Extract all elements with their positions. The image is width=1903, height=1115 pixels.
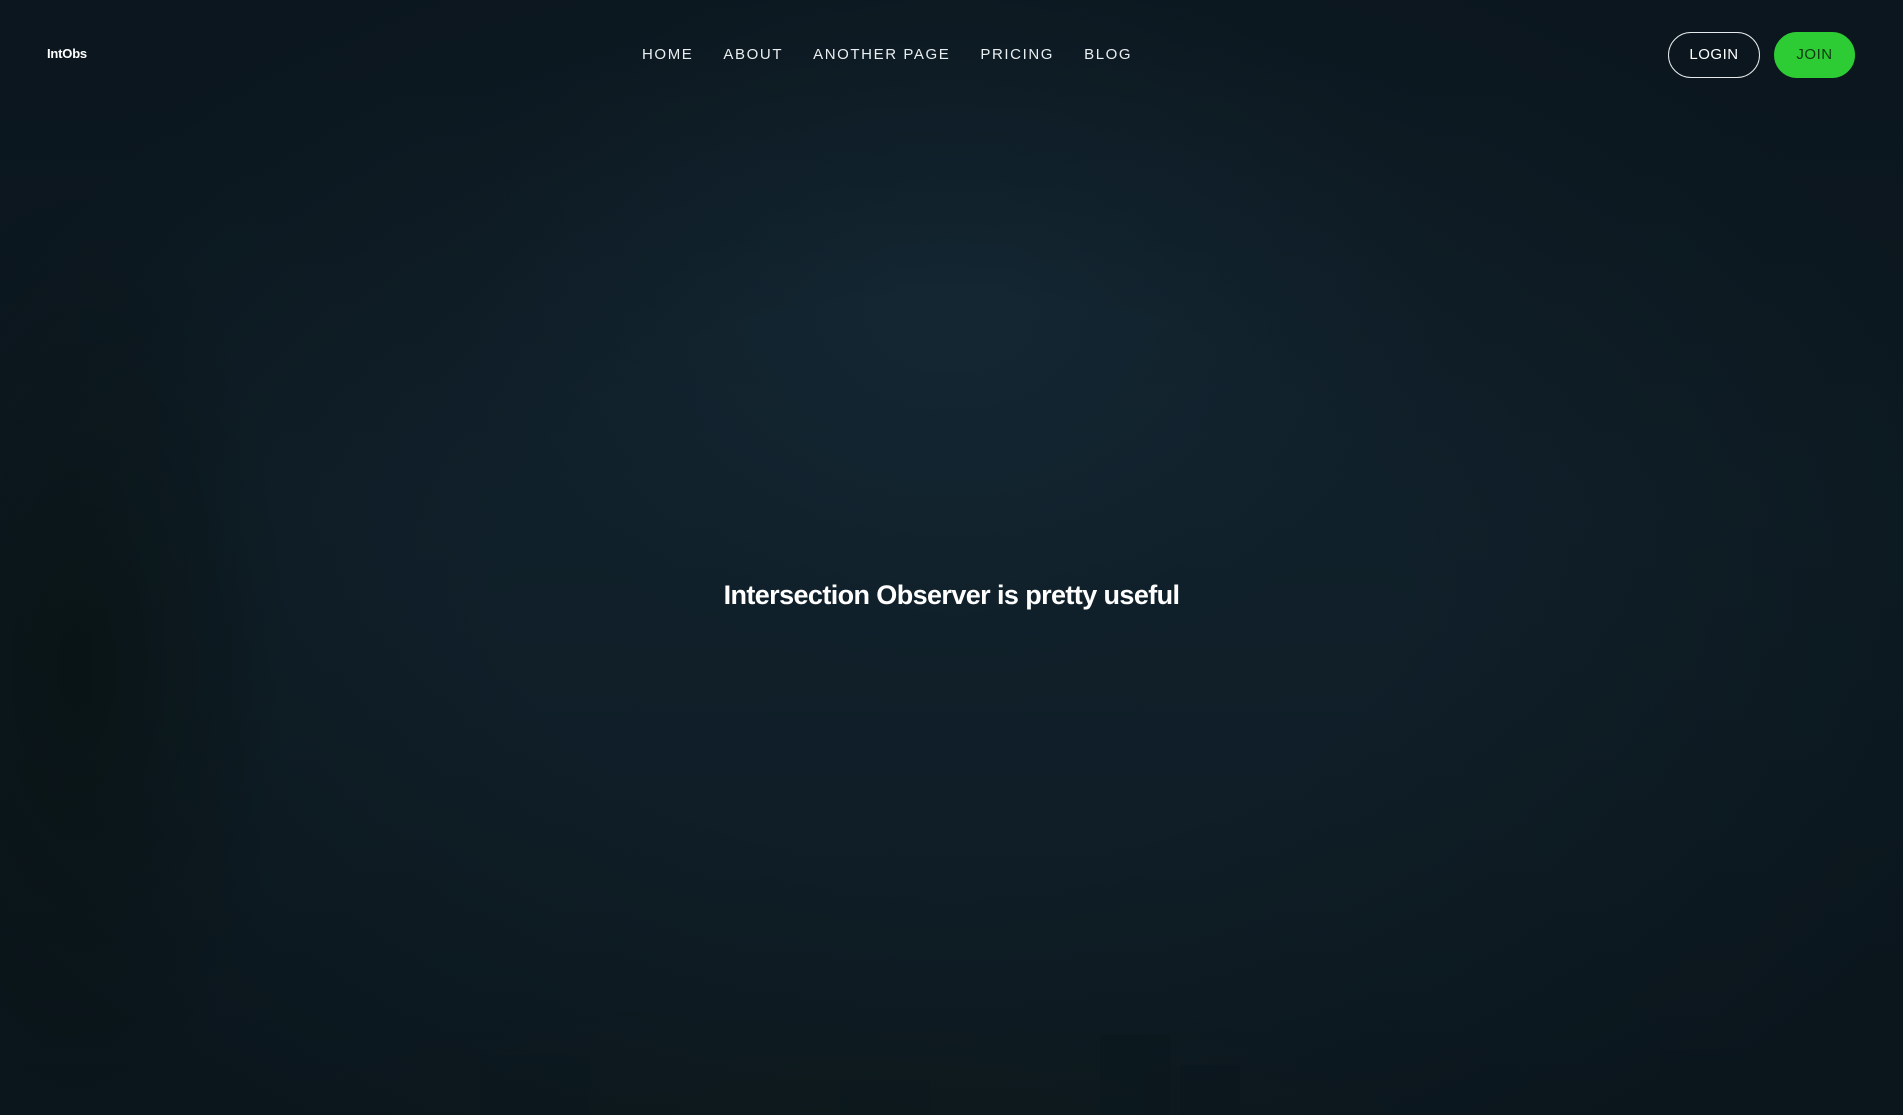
- nav-item-pricing: PRICING: [980, 45, 1054, 65]
- auth-buttons: LOGIN JOIN: [1668, 32, 1855, 78]
- site-logo[interactable]: IntObs: [47, 46, 87, 61]
- hero-headline: Intersection Observer is pretty useful: [723, 580, 1180, 610]
- nav-link-pricing[interactable]: PRICING: [980, 45, 1054, 65]
- nav-item-another-page: ANOTHER PAGE: [813, 45, 950, 65]
- nav-link-about[interactable]: ABOUT: [723, 45, 783, 65]
- nav-item-blog: BLOG: [1084, 45, 1132, 65]
- nav-link-blog[interactable]: BLOG: [1084, 45, 1132, 65]
- login-button[interactable]: LOGIN: [1668, 32, 1760, 78]
- nav-link-another-page[interactable]: ANOTHER PAGE: [813, 45, 950, 65]
- hero-background: [0, 0, 1903, 1115]
- nav-link-home[interactable]: HOME: [642, 45, 693, 65]
- nav-item-about: ABOUT: [723, 45, 783, 65]
- main-navigation: HOME ABOUT ANOTHER PAGE PRICING BLOG: [642, 45, 1132, 65]
- nav-item-home: HOME: [642, 45, 693, 65]
- background-skyline-silhouette: [480, 1035, 1740, 1115]
- join-button[interactable]: JOIN: [1774, 32, 1855, 78]
- top-navbar: IntObs HOME ABOUT ANOTHER PAGE PRICING B…: [0, 0, 1903, 110]
